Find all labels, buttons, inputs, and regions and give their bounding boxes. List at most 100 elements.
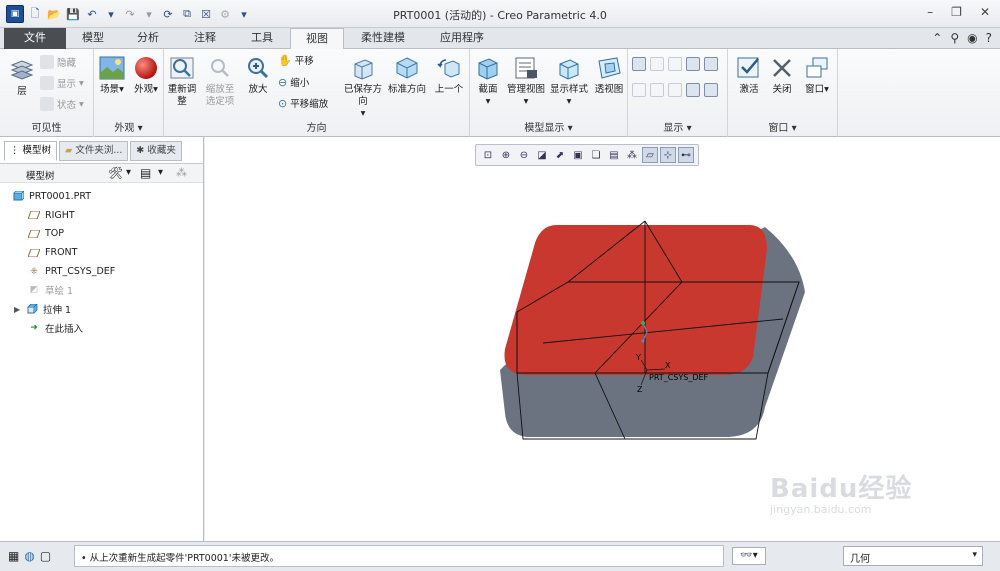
display-style-button[interactable]: 显示样式 ▾ xyxy=(548,55,590,108)
standard-orientation-icon xyxy=(396,57,418,79)
tab-folder-browser[interactable]: ▰ 文件夹浏... xyxy=(59,141,129,161)
axis-display-icon[interactable] xyxy=(650,57,664,71)
tree-node-sketch[interactable]: ◩ 草绘 1 xyxy=(0,281,203,300)
part-icon xyxy=(12,191,24,201)
zoom-selected-button[interactable]: 缩放至选定项 xyxy=(202,55,238,108)
pan-zoom-button[interactable]: ⊙ 平移缩放 xyxy=(278,96,328,111)
manage-views-button[interactable]: 管理视图 ▾ xyxy=(506,55,546,108)
search-icon[interactable]: ⚲ xyxy=(950,31,959,45)
tree-node-insert-here[interactable]: ➜ 在此插入 xyxy=(0,319,203,338)
saved-orientations-button[interactable]: 已保存方向 ▾ xyxy=(342,55,384,120)
tree-node-right[interactable]: RIGHT xyxy=(0,206,203,225)
model-tree: PRT0001.PRT RIGHT TOP FRONT ⁜ PRT_CSYS_D… xyxy=(0,187,203,337)
chevron-down-icon: ▾ xyxy=(79,77,84,89)
status-button[interactable]: 状态 ▾ xyxy=(40,97,84,111)
full-screen-icon[interactable]: ▢ xyxy=(40,549,51,563)
section-button[interactable]: 截面 ▾ xyxy=(472,55,504,108)
activate-button[interactable]: 激活 xyxy=(732,55,766,96)
globe-icon[interactable]: ◍ xyxy=(24,549,34,563)
refit-button[interactable]: 重新调整 xyxy=(164,55,200,108)
tab-applications[interactable]: 应用程序 xyxy=(422,28,502,49)
tab-favorites[interactable]: ✱ 收藏夹 xyxy=(130,141,182,161)
sketch-icon: ◩ xyxy=(29,285,39,296)
tree-columns-icon[interactable]: ▤ xyxy=(140,166,151,180)
tree-node-csys[interactable]: ⁜ PRT_CSYS_DEF xyxy=(0,262,203,281)
window-title: PRT0001 (活动的) - Creo Parametric 4.0 xyxy=(393,9,607,22)
section-icon xyxy=(478,58,498,80)
csys-icon: ⁜ xyxy=(30,266,38,277)
group-orientation: 重新调整 缩放至选定项 放大 ✋平移 ⊖缩小 ⊙平移缩放 已保存方向▾ xyxy=(164,49,470,137)
csys-display-icon[interactable] xyxy=(686,57,700,71)
tree-node-extrude[interactable]: ▶ 拉伸 1 xyxy=(0,300,203,319)
tree-settings-dropdown-icon[interactable]: ▾ xyxy=(126,167,131,178)
tree-header: 模型树 🛠 ▾ ▤ ▾ ⁂ xyxy=(0,163,203,183)
scene-button[interactable]: 场景▾ xyxy=(96,55,128,96)
axis-z-label: Z xyxy=(637,385,643,394)
extrude-icon xyxy=(26,304,38,314)
layers-icon xyxy=(10,60,34,80)
maximize-icon[interactable]: ❐ xyxy=(951,5,962,19)
close-x-icon xyxy=(773,59,791,77)
tab-flexible-modeling[interactable]: 柔性建模 xyxy=(344,28,422,49)
close-icon[interactable]: ✕ xyxy=(980,5,990,19)
hide-icon xyxy=(40,55,54,69)
pan-button[interactable]: ✋ 平移 xyxy=(278,53,314,68)
tree-node-front[interactable]: FRONT xyxy=(0,243,203,262)
spin-center-dot xyxy=(641,339,645,343)
spin-center-icon[interactable] xyxy=(704,57,718,71)
previous-orientation-button[interactable]: 上一个 xyxy=(430,55,468,96)
axis-tag-icon[interactable] xyxy=(650,83,664,97)
tree-node-top[interactable]: TOP xyxy=(0,225,203,244)
refit-icon xyxy=(170,57,194,79)
scene-icon xyxy=(99,56,125,80)
layer-button[interactable]: 层 xyxy=(6,57,38,98)
tree-settings-icon[interactable]: 🛠 xyxy=(108,166,123,180)
tab-analysis[interactable]: 分析 xyxy=(120,28,176,49)
group-model-display: 截面 ▾ 管理视图 ▾ 显示样式 ▾ 透视图 模型显示 ▾ xyxy=(470,49,628,137)
tab-file[interactable]: 文件 xyxy=(4,28,66,49)
appearance-button[interactable]: 外观▾ xyxy=(130,55,162,96)
tree-filter-icon[interactable]: ⁂ xyxy=(176,166,187,179)
community-icon[interactable]: ◉ xyxy=(967,31,977,45)
annotation-display-icon[interactable] xyxy=(704,83,718,97)
axis-x-label: X xyxy=(665,361,671,370)
title-bar: ▣ 🗋 📂 💾 ↶ ▾ ↷ ▾ ⟳ ⧉ ☒ ⚙ ▾ PRT0001 (活动的) … xyxy=(0,0,1000,28)
previous-orientation-icon xyxy=(437,59,460,78)
hide-button[interactable]: 隐藏 xyxy=(40,55,76,69)
find-button[interactable]: 👓▾ xyxy=(732,547,766,565)
zoom-out-button[interactable]: ⊖ 缩小 xyxy=(278,75,309,90)
pan-zoom-icon: ⊙ xyxy=(278,96,288,110)
zoom-in-button[interactable]: 放大 xyxy=(242,55,274,96)
group-label: 方向 xyxy=(306,123,327,134)
tab-model[interactable]: 模型 xyxy=(66,28,120,49)
binoculars-icon: 👓 xyxy=(740,550,753,561)
plane-display-icon[interactable] xyxy=(632,57,646,71)
minimize-icon[interactable]: – xyxy=(927,5,933,19)
expand-arrow-icon[interactable]: ▶ xyxy=(14,305,26,314)
grid-view-icon[interactable]: ▦ xyxy=(8,549,19,563)
tree-node-part[interactable]: PRT0001.PRT xyxy=(0,187,203,206)
help-icon[interactable]: ? xyxy=(986,31,992,45)
help-dropdown-icon[interactable]: ⌃ xyxy=(932,31,942,45)
point-display-icon[interactable] xyxy=(668,57,682,71)
plane-tag-icon[interactable] xyxy=(632,83,646,97)
close-button[interactable]: 关闭 xyxy=(766,55,798,96)
tab-tools[interactable]: 工具 xyxy=(234,28,290,49)
tab-model-tree[interactable]: ⋮ 模型树 xyxy=(4,141,58,161)
windows-button[interactable]: 窗口▾ xyxy=(800,55,834,96)
ribbon: 层 隐藏 显示 ▾ 状态 ▾ 可见性 场景▾ 外观▾ 外观 ▾ 重新调整 缩放至… xyxy=(0,49,1000,137)
standard-orientation-button[interactable]: 标准方向 xyxy=(386,55,428,96)
point-tag-icon[interactable] xyxy=(668,83,682,97)
tab-view[interactable]: 视图 xyxy=(290,28,344,50)
tab-annotate[interactable]: 注释 xyxy=(176,28,234,49)
tree-columns-dropdown-icon[interactable]: ▾ xyxy=(158,167,163,178)
activate-check-icon xyxy=(737,57,759,78)
perspective-button[interactable]: 透视图 xyxy=(592,55,626,96)
perspective-icon xyxy=(598,57,621,79)
group-show: 显示 ▾ xyxy=(628,49,728,137)
csys-tag-icon[interactable] xyxy=(686,83,700,97)
group-label: 可见性 xyxy=(31,123,62,134)
axis-y-label: Y xyxy=(635,353,641,362)
selection-filter[interactable]: 几何 ▾ xyxy=(843,546,983,566)
show-button[interactable]: 显示 ▾ xyxy=(40,76,84,90)
